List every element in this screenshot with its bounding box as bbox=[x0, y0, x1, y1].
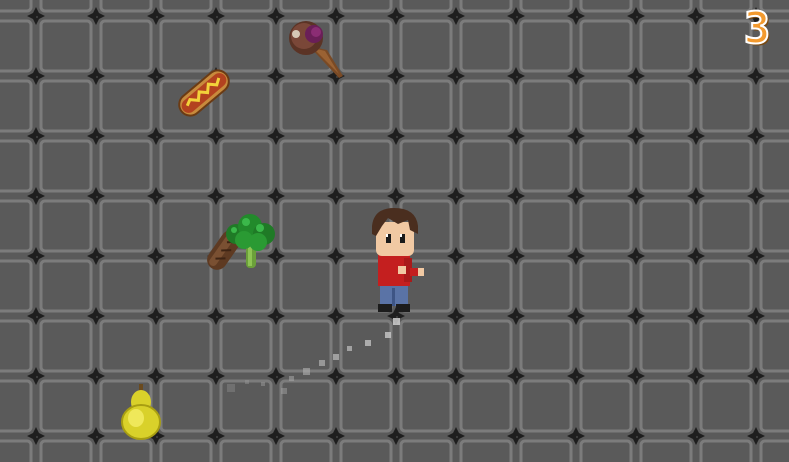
broccoli-item[interactable] bbox=[222, 212, 280, 272]
score-counter: 3 bbox=[743, 3, 772, 54]
ice-cream-cone-item[interactable] bbox=[283, 16, 349, 82]
player-character[interactable] bbox=[364, 206, 426, 322]
hot-dog-item[interactable] bbox=[173, 62, 235, 124]
dust-trail bbox=[227, 318, 400, 394]
game-stage[interactable]: 3 bbox=[0, 0, 789, 462]
pear-item[interactable] bbox=[116, 382, 166, 442]
